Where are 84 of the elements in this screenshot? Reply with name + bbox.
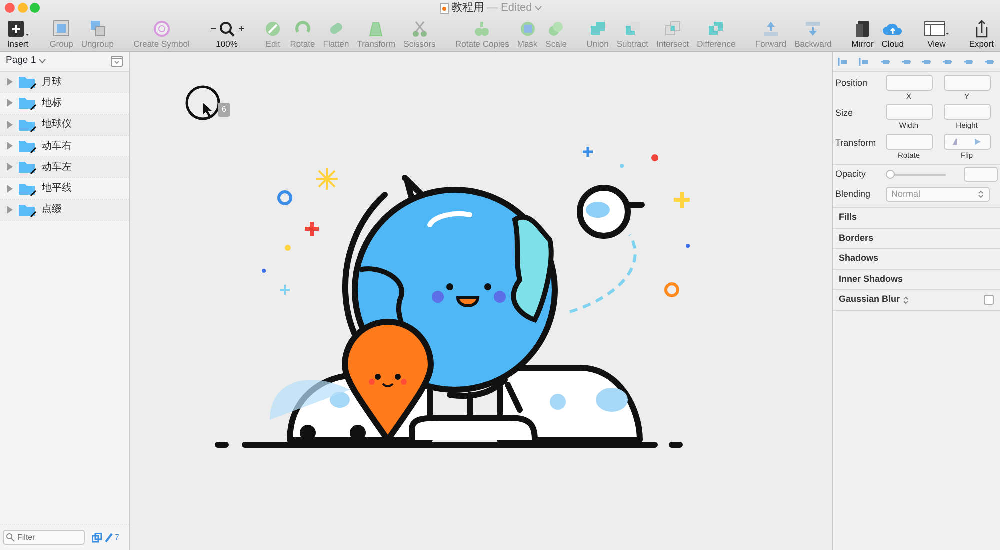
disclosure-triangle-icon[interactable]	[6, 120, 14, 129]
collapse-icon[interactable]	[111, 56, 123, 67]
section-header[interactable]: Shadows	[839, 252, 879, 266]
toolbar-button[interactable]: Cloud	[880, 20, 906, 48]
rotate-field[interactable]	[886, 134, 932, 150]
disclosure-triangle-icon[interactable]	[6, 206, 14, 214]
align-icon[interactable]	[858, 56, 870, 66]
mask-icon	[518, 20, 537, 38]
folder-icon	[18, 75, 38, 90]
align-icon[interactable]	[838, 56, 849, 66]
tablet-icon	[854, 20, 872, 38]
difference-icon	[707, 20, 726, 38]
section-header[interactable]: Inner Shadows	[839, 272, 904, 286]
folder-icon	[18, 96, 38, 110]
group-icon	[52, 20, 71, 38]
stepper-arrows-icon[interactable]	[902, 296, 909, 304]
input-field[interactable]	[944, 74, 990, 90]
checkbox[interactable]	[984, 295, 994, 305]
minimize-button[interactable]	[18, 3, 28, 13]
opacity-field[interactable]	[964, 167, 998, 182]
symbols-icon[interactable]	[92, 532, 102, 542]
edited-status: — Edited	[487, 0, 532, 16]
symbol-icon	[152, 20, 171, 38]
property-label: Size	[836, 106, 854, 120]
property-label: Transform	[836, 136, 878, 150]
flip-control[interactable]	[944, 134, 990, 150]
input-field[interactable]	[886, 74, 932, 90]
input-field[interactable]	[886, 104, 932, 120]
toolbar-button[interactable]: Mirror	[850, 20, 876, 48]
subtract-icon	[624, 20, 642, 38]
scale-icon	[547, 20, 566, 38]
document-icon	[440, 2, 449, 14]
layer-item[interactable]: 月球	[0, 72, 129, 94]
folder-icon	[18, 202, 38, 217]
folder-icon	[18, 139, 38, 154]
intersect-icon	[664, 20, 682, 38]
rotate-copies-icon	[473, 20, 492, 38]
page-selector[interactable]: Page 1	[6, 54, 46, 69]
property-label: Opacity	[836, 168, 868, 181]
scissors-icon	[410, 20, 429, 38]
section-header[interactable]: Gaussian Blur	[839, 293, 900, 307]
layer-item[interactable]: 点缀	[0, 200, 129, 222]
toolbar-button[interactable]: Insert	[4, 20, 32, 48]
stepper-arrows-icon	[978, 190, 984, 200]
section-header[interactable]: Fills	[839, 211, 858, 225]
disclosure-triangle-icon[interactable]	[6, 163, 14, 172]
layer-item[interactable]: 地球仪	[0, 114, 129, 136]
toolbar-button[interactable]: View	[922, 20, 952, 48]
union-icon	[588, 20, 607, 38]
search-icon	[6, 533, 15, 542]
section-header[interactable]: Borders	[839, 232, 874, 246]
disclosure-triangle-icon[interactable]	[6, 142, 14, 150]
window-icon	[924, 20, 950, 38]
property-label: Blending	[836, 188, 872, 201]
layer-item[interactable]: 动车左	[0, 157, 129, 178]
window-title: 教程用	[452, 0, 484, 16]
chevron-down-icon	[38, 59, 46, 64]
layer-count: 7	[115, 532, 120, 544]
plus-icon	[6, 20, 30, 38]
folder-icon	[18, 182, 38, 196]
filter-field[interactable]: Filter	[2, 530, 84, 545]
search-icon	[219, 20, 236, 38]
tooltip-label: 6	[218, 103, 230, 117]
property-label: Position	[836, 77, 869, 90]
forward-icon	[762, 20, 780, 38]
disclosure-triangle-icon[interactable]	[6, 78, 14, 86]
zoom-button[interactable]	[30, 3, 40, 13]
slice-icon[interactable]	[104, 532, 112, 542]
folder-icon	[18, 160, 38, 174]
toolbar-button[interactable]: Export	[967, 20, 996, 48]
filter-field[interactable]: Filter	[18, 532, 74, 544]
pen-icon	[264, 20, 282, 38]
chevron-down-icon[interactable]	[534, 6, 542, 10]
disclosure-triangle-icon[interactable]	[6, 99, 14, 108]
input-field[interactable]	[944, 104, 990, 120]
flip-vertical-icon[interactable]	[974, 138, 982, 146]
cursor-icon	[186, 86, 220, 120]
disclosure-triangle-icon[interactable]	[6, 184, 14, 193]
folder-icon	[18, 118, 38, 132]
zoom-control[interactable]: 100%	[208, 20, 247, 48]
flip-horizontal-icon[interactable]	[952, 138, 960, 146]
ungroup-icon	[88, 20, 107, 38]
backward-icon	[804, 20, 822, 38]
close-button[interactable]	[5, 3, 15, 13]
